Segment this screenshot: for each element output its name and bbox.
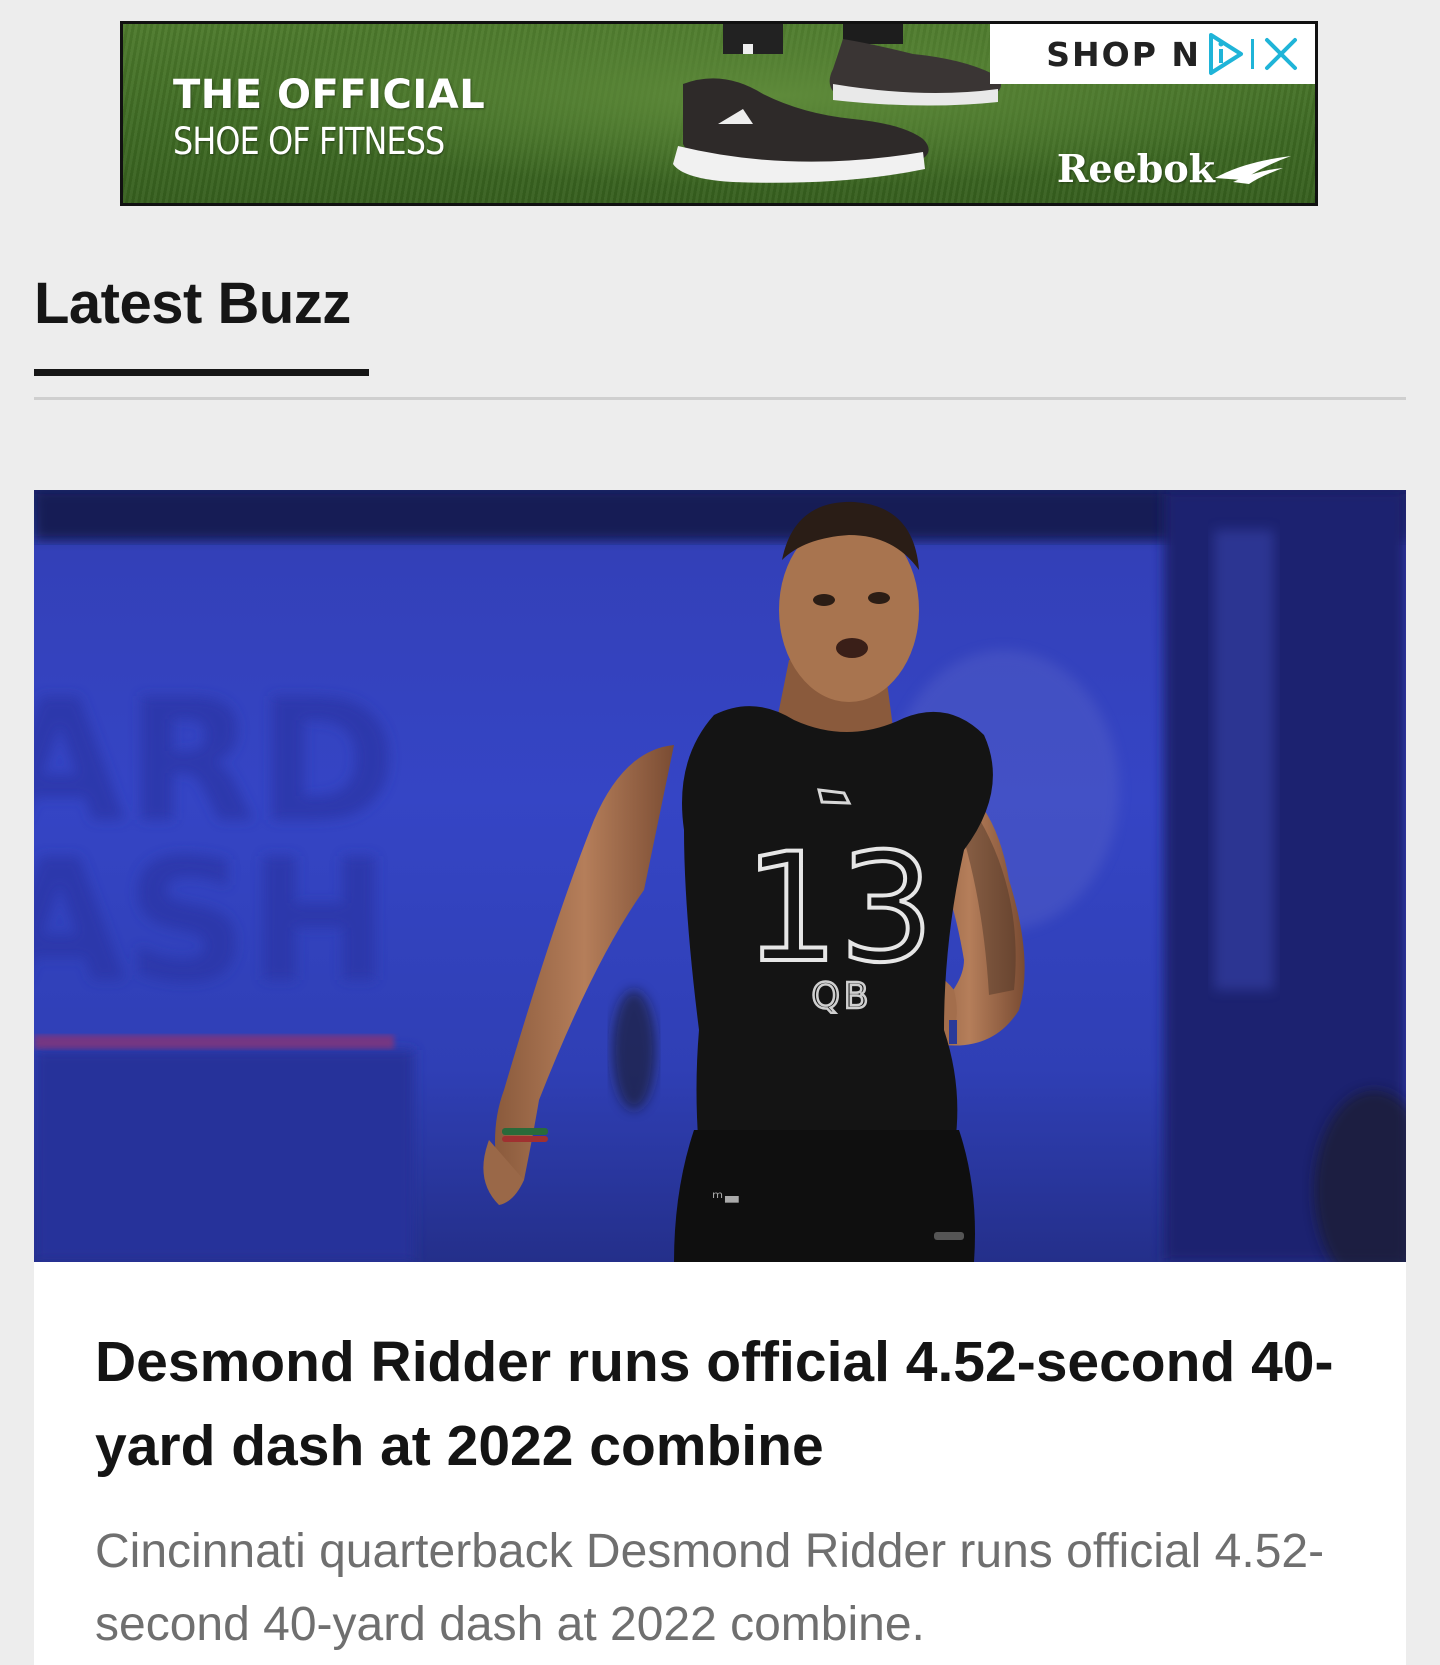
article-image[interactable]: ARD ASH ᵐ▬ 13 QB <box>34 490 1406 1262</box>
section-title: Latest Buzz <box>34 271 351 336</box>
article-title[interactable]: Desmond Ridder runs official 4.52-second… <box>95 1320 1355 1488</box>
reebok-vector-icon <box>1215 156 1291 184</box>
svg-text:ᵐ▬: ᵐ▬ <box>712 1188 740 1209</box>
ad-subline: SHOE OF FITNESS <box>173 120 445 163</box>
section-tab-underline <box>34 369 369 376</box>
article-summary: Cincinnati quarterback Desmond Ridder ru… <box>95 1525 1325 1651</box>
shop-now-button[interactable]: SHOP N <box>990 24 1315 84</box>
ad-banner[interactable]: THE OFFICIAL SHOE OF FITNESS SHOP N Reeb… <box>120 21 1318 206</box>
jersey-number: 13 <box>744 822 935 996</box>
shop-now-label: SHOP N <box>1046 34 1201 74</box>
adchoices-icon[interactable] <box>1205 31 1259 77</box>
section-divider <box>34 397 1406 400</box>
shoe-image <box>673 24 1001 183</box>
ad-headline: THE OFFICIAL <box>173 72 486 118</box>
jersey-position: QB <box>811 976 872 1017</box>
article-card[interactable]: ARD ASH ᵐ▬ 13 QB Desmond Ridder runs off… <box>34 490 1406 1665</box>
close-icon[interactable] <box>1259 32 1303 76</box>
athlete-photo: ARD ASH ᵐ▬ 13 QB <box>34 490 1406 1262</box>
svg-text:ASH: ASH <box>34 823 390 1021</box>
ad-brand: Reebok <box>1056 146 1215 191</box>
